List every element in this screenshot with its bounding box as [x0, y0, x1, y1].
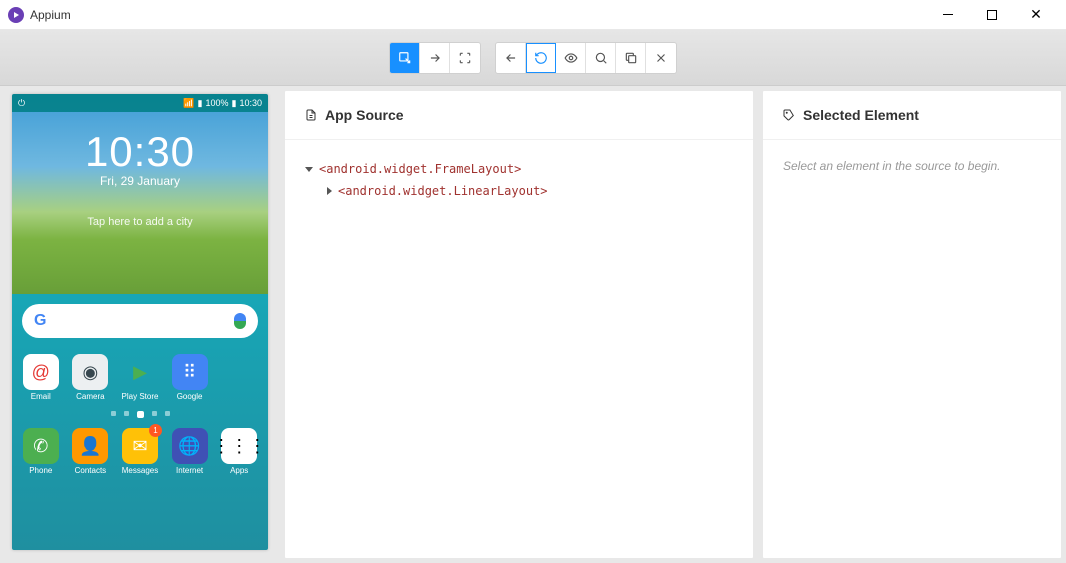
- back-button[interactable]: [496, 43, 526, 73]
- clock-time: 10:30: [12, 112, 268, 176]
- quit-session-button[interactable]: [646, 43, 676, 73]
- eye-icon: [564, 51, 578, 65]
- app-source-header: App Source: [285, 91, 753, 140]
- app-icon-badge: ✆: [23, 428, 59, 464]
- app-icon-badge: ⋮⋮⋮: [221, 428, 257, 464]
- app-label: Play Store: [122, 392, 159, 401]
- selected-element-placeholder: Select an element in the source to begin…: [783, 159, 1000, 173]
- swipe-mode-button[interactable]: [420, 43, 450, 73]
- app-label: Apps: [230, 466, 248, 475]
- select-mode-button[interactable]: [390, 43, 420, 73]
- refresh-button[interactable]: [526, 43, 556, 73]
- clock-date: Fri, 29 January: [12, 174, 268, 188]
- selected-element-header: Selected Element: [763, 91, 1061, 140]
- tree-node-label: <android.widget.FrameLayout>: [319, 162, 521, 176]
- app-icon-badge: 👤: [72, 428, 108, 464]
- close-button[interactable]: ✕: [1014, 1, 1058, 29]
- close-icon: [654, 51, 668, 65]
- file-icon: [305, 109, 317, 121]
- crosshair-icon: [458, 51, 472, 65]
- app-grid-row-2: ✆ Phone 👤 Contacts ✉1 Messages 🌐 Internet ⋮⋮⋮ App…: [12, 422, 268, 481]
- page-indicator: [12, 411, 268, 418]
- search-button[interactable]: [586, 43, 616, 73]
- cursor-select-icon: [398, 51, 412, 65]
- app-source-title: App Source: [325, 107, 404, 123]
- app-grid-row-1: @ Email ◉ Camera ▶ Play Store ⠿ Google: [12, 348, 268, 407]
- search-icon: [594, 51, 608, 65]
- copy-icon: [624, 51, 638, 65]
- google-search-bar: G: [22, 304, 258, 338]
- status-time: 10:30: [239, 98, 262, 108]
- device-screen[interactable]: ⏻ 📶 ▮ 100% ▮ 10:30 10:30 Fri, 29 January…: [12, 94, 268, 550]
- app-label: Phone: [29, 466, 52, 475]
- titlebar: Appium ✕: [0, 0, 1066, 30]
- app-launcher: ▶ Play Store: [117, 354, 163, 401]
- battery-pct: 100%: [205, 98, 228, 108]
- power-icon: ⏻: [18, 98, 25, 109]
- signal-icon: ▮: [198, 98, 203, 109]
- battery-icon: ▮: [232, 98, 237, 109]
- maximize-button[interactable]: [970, 1, 1014, 29]
- arrow-right-icon: [428, 51, 442, 65]
- app-launcher: ✆ Phone: [18, 428, 64, 475]
- copy-xml-button[interactable]: [616, 43, 646, 73]
- caret-down-icon: [305, 167, 313, 172]
- app-label: Email: [31, 392, 51, 401]
- app-icon-badge: ✉1: [122, 428, 158, 464]
- source-tree: <android.widget.FrameLayout> <android.wi…: [285, 140, 753, 220]
- record-button[interactable]: [556, 43, 586, 73]
- tag-icon: [783, 109, 795, 121]
- google-logo-icon: G: [34, 312, 46, 330]
- status-bar: ⏻ 📶 ▮ 100% ▮ 10:30: [12, 94, 268, 112]
- caret-right-icon: [327, 187, 332, 195]
- clock-widget: 10:30 Fri, 29 January Tap here to add a …: [12, 112, 268, 294]
- tree-node-root[interactable]: <android.widget.FrameLayout>: [305, 158, 733, 180]
- app-label: Google: [177, 392, 203, 401]
- wifi-icon: 📶: [183, 98, 194, 109]
- app-label: Internet: [176, 466, 203, 475]
- app-icon-badge: ⠿: [172, 354, 208, 390]
- app-label: Messages: [122, 466, 158, 475]
- refresh-icon: [534, 51, 548, 65]
- device-preview[interactable]: ⏻ 📶 ▮ 100% ▮ 10:30 10:30 Fri, 29 January…: [4, 90, 276, 559]
- app-label: Contacts: [75, 466, 107, 475]
- app-source-panel: App Source <android.widget.FrameLayout> …: [284, 90, 754, 559]
- app-launcher: ✉1 Messages: [117, 428, 163, 475]
- app-icon-badge: @: [23, 354, 59, 390]
- toolbar: [0, 30, 1066, 86]
- app-icon: [8, 7, 24, 23]
- minimize-button[interactable]: [926, 1, 970, 29]
- app-launcher: 🌐 Internet: [167, 428, 213, 475]
- app-label: Camera: [76, 392, 104, 401]
- notification-badge: 1: [149, 424, 162, 437]
- arrow-left-icon: [504, 51, 518, 65]
- window-title: Appium: [30, 8, 71, 22]
- tree-node-child[interactable]: <android.widget.LinearLayout>: [305, 180, 733, 202]
- app-launcher: ⋮⋮⋮ Apps: [216, 428, 262, 475]
- action-button-group: [495, 42, 677, 74]
- tree-node-label: <android.widget.LinearLayout>: [338, 184, 548, 198]
- app-icon-badge: ◉: [72, 354, 108, 390]
- selected-element-body: Select an element in the source to begin…: [763, 140, 1061, 191]
- app-launcher: ⠿ Google: [167, 354, 213, 401]
- mode-button-group: [389, 42, 481, 74]
- weather-hint: Tap here to add a city: [12, 216, 268, 228]
- app-launcher: 👤 Contacts: [68, 428, 114, 475]
- app-icon-badge: ▶: [122, 354, 158, 390]
- main-area: ⏻ 📶 ▮ 100% ▮ 10:30 10:30 Fri, 29 January…: [0, 86, 1066, 563]
- selected-element-title: Selected Element: [803, 107, 919, 123]
- window-controls: ✕: [926, 1, 1058, 29]
- tap-coords-button[interactable]: [450, 43, 480, 73]
- selected-element-panel: Selected Element Select an element in th…: [762, 90, 1062, 559]
- mic-icon: [234, 313, 246, 329]
- app-launcher: ◉ Camera: [68, 354, 114, 401]
- app-launcher: @ Email: [18, 354, 64, 401]
- app-icon-badge: 🌐: [172, 428, 208, 464]
